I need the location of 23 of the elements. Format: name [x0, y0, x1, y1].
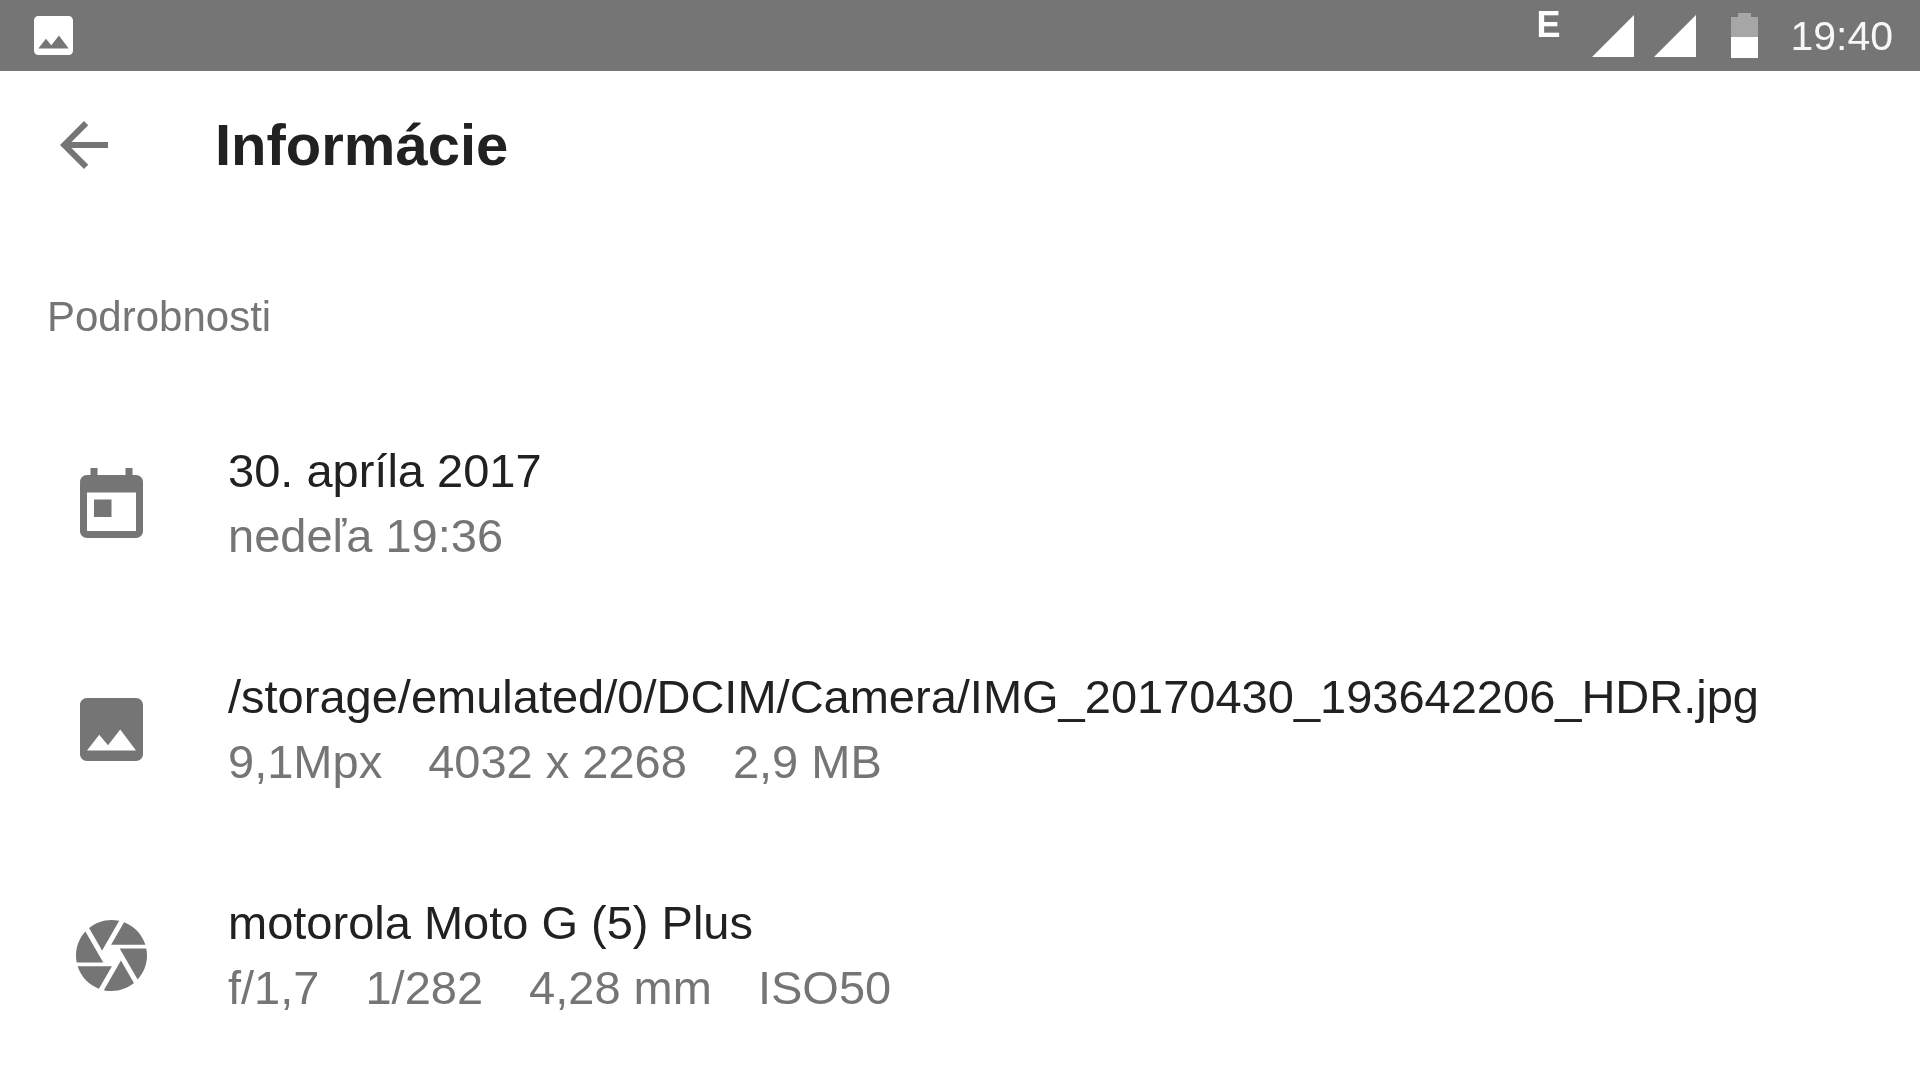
screen-title: Informácie	[215, 112, 509, 178]
signal-icon	[1592, 14, 1635, 57]
back-arrow-icon	[60, 121, 108, 169]
exposure-info-text: 1/282	[365, 960, 484, 1016]
file-info-text: 2,9 MB	[732, 734, 882, 790]
file-info-text: 4032 x 2268	[428, 734, 687, 790]
weekday-time-text: nedeľa 19:36	[228, 508, 504, 564]
image-icon	[80, 697, 143, 761]
date-text: 30. apríla 2017	[228, 443, 542, 499]
exposure-info-text: f/1,7	[228, 960, 320, 1016]
aperture-icon	[76, 919, 147, 991]
clock-time: 19:40	[1790, 12, 1893, 59]
section-title: Podrobnosti	[47, 292, 272, 342]
network-type-label: E	[1536, 5, 1561, 45]
calendar-icon	[80, 468, 143, 538]
exposure-info-text: 4,28 mm	[529, 960, 712, 1016]
image-icon	[34, 16, 73, 55]
camera-model-text: motorola Moto G (5) Plus	[228, 895, 754, 951]
file-path-text: /storage/emulated/0/DCIM/Camera/IMG_20170430_193642206_HDR.jpg	[228, 669, 1759, 725]
signal-icon	[1654, 14, 1697, 57]
file-info-text: 9,1Mpx	[228, 734, 383, 790]
battery-icon	[1731, 13, 1759, 58]
exposure-info-text: ISO50	[757, 960, 892, 1016]
